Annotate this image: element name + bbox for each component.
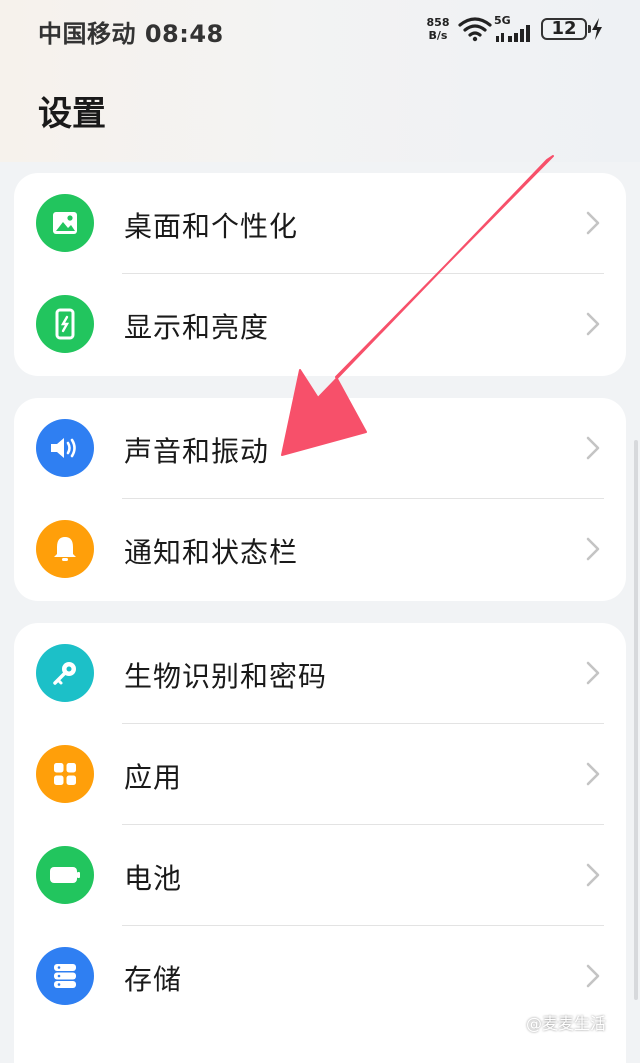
settings-item-biometrics-password[interactable]: 生物识别和密码 <box>14 623 626 724</box>
settings-item-display-brightness[interactable]: 显示和亮度 <box>14 274 626 375</box>
apps-grid-icon <box>36 745 94 803</box>
bell-icon <box>36 520 94 578</box>
page-title: 设置 <box>38 94 106 134</box>
network-speed: 858 B/s <box>424 16 452 42</box>
battery-icon <box>36 846 94 904</box>
image-icon <box>36 194 94 252</box>
settings-item-label: 生物识别和密码 <box>124 660 328 693</box>
network-speed-unit: B/s <box>428 29 448 42</box>
status-bar: 中国移动 08:48 858 B/s 5G 12 <box>0 0 640 60</box>
settings-group-display: 桌面和个性化 显示和亮度 <box>14 173 626 376</box>
chevron-right-icon <box>586 312 600 336</box>
settings-group-sound-notification: 声音和振动 通知和状态栏 <box>14 398 626 601</box>
settings-item-label: 存储 <box>124 963 183 996</box>
scrollbar[interactable] <box>634 440 638 1000</box>
chevron-right-icon <box>586 436 600 460</box>
settings-item-label: 电池 <box>124 862 183 895</box>
battery-status-icon: 12 <box>541 18 591 40</box>
settings-item-apps[interactable]: 应用 <box>14 724 626 825</box>
chevron-right-icon <box>586 211 600 235</box>
settings-item-sound-vibration[interactable]: 声音和振动 <box>14 398 626 499</box>
chevron-right-icon <box>586 661 600 685</box>
storage-icon <box>36 947 94 1005</box>
charging-icon <box>592 18 602 40</box>
settings-item-label: 显示和亮度 <box>124 311 270 344</box>
chevron-right-icon <box>586 863 600 887</box>
cellular-signal-icon: 5G <box>494 14 534 44</box>
settings-item-battery[interactable]: 电池 <box>14 825 626 926</box>
chevron-right-icon <box>586 964 600 988</box>
settings-item-label: 桌面和个性化 <box>124 210 299 243</box>
phone-brightness-icon <box>36 295 94 353</box>
settings-item-label: 声音和振动 <box>124 435 270 468</box>
settings-item-notifications-statusbar[interactable]: 通知和状态栏 <box>14 499 626 600</box>
settings-item-label: 通知和状态栏 <box>124 536 299 569</box>
watermark: @麦麦生活 <box>526 1014 607 1033</box>
carrier-time: 中国移动 08:48 <box>38 20 224 48</box>
settings-item-label: 应用 <box>124 761 183 794</box>
settings-group-system: 生物识别和密码 应用 电池 存储 <box>14 623 626 1063</box>
key-icon <box>36 644 94 702</box>
settings-item-desktop-personalization[interactable]: 桌面和个性化 <box>14 173 626 274</box>
network-speed-value: 858 <box>426 16 450 29</box>
chevron-right-icon <box>586 537 600 561</box>
speaker-icon <box>36 419 94 477</box>
chevron-right-icon <box>586 762 600 786</box>
battery-level: 12 <box>551 18 577 39</box>
wifi-icon <box>458 17 492 42</box>
